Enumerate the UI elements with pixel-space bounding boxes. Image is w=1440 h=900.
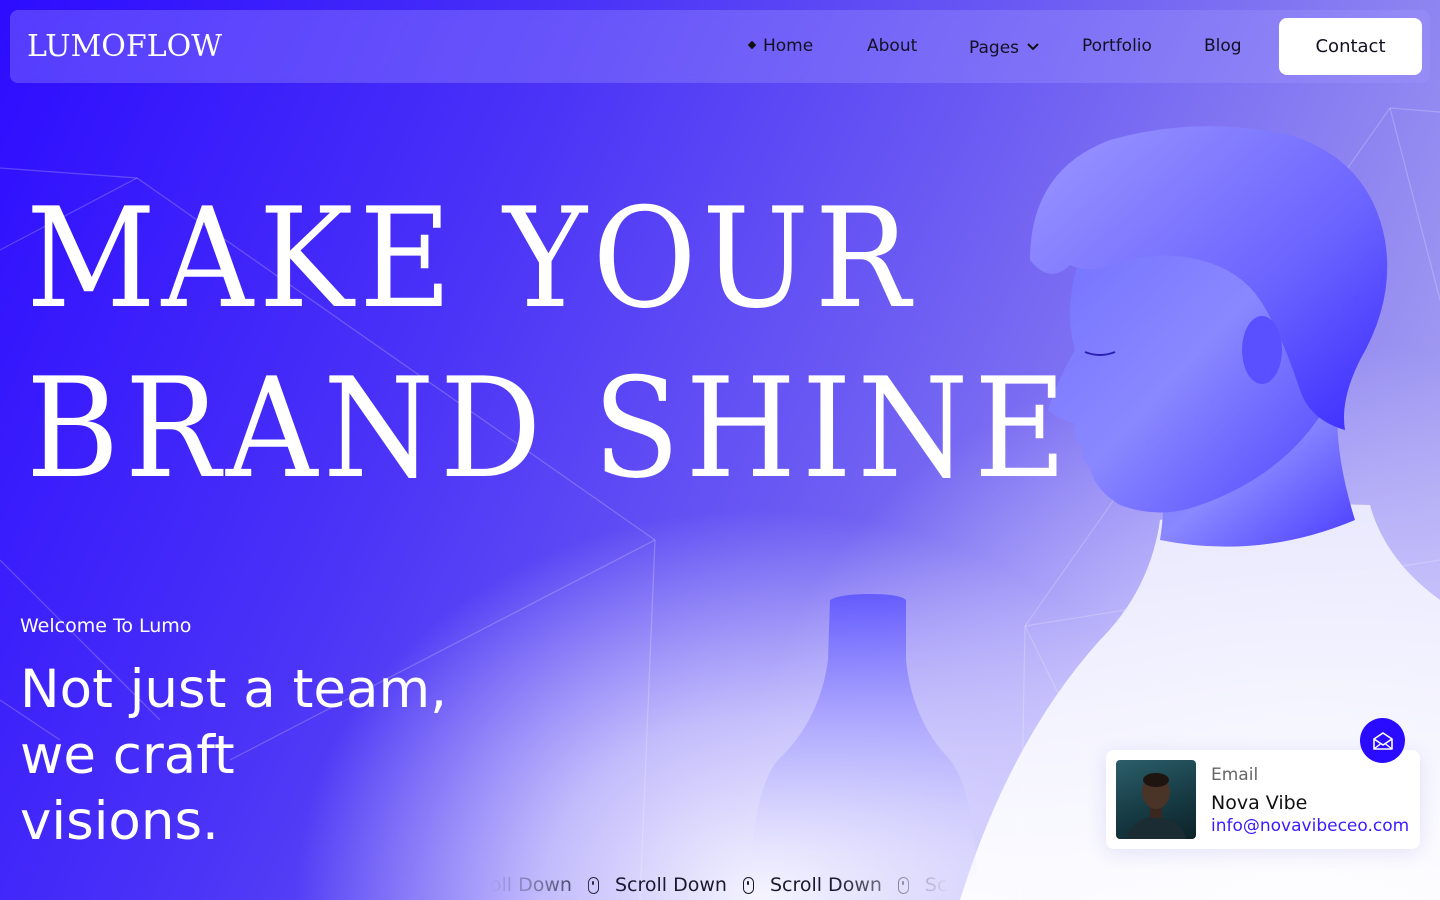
- email-fab-button[interactable]: [1360, 718, 1405, 763]
- nav-item-pages[interactable]: Pages: [969, 36, 1039, 58]
- email-link[interactable]: info@novavibeceo.com: [1211, 816, 1409, 836]
- nav-item-home[interactable]: Home: [747, 36, 814, 56]
- navbar: LUMOFLOW Home About Pages Portfolio Blog…: [10, 10, 1430, 83]
- hero-tagline: Not just a team, we craft visions.: [20, 657, 500, 855]
- nav-item-label: Pages: [969, 38, 1020, 58]
- tagline-line: we craft: [20, 725, 235, 786]
- brand-logo[interactable]: LUMOFLOW: [27, 29, 222, 64]
- contact-name: Nova Vibe: [1211, 792, 1308, 814]
- scroll-down-item: Scroll Down: [770, 874, 909, 896]
- nav-item-portfolio[interactable]: Portfolio: [1082, 36, 1152, 56]
- nav-item-label: Home: [763, 36, 814, 56]
- nav-item-about[interactable]: About: [867, 36, 917, 56]
- hero-headline-line2: BRAND SHINE: [26, 348, 1073, 509]
- email-label: Email: [1211, 765, 1259, 785]
- email-contact-card: Email Nova Vibe info@novavibeceo.com: [1106, 750, 1420, 849]
- scroll-down-item: Scroll Down: [615, 874, 754, 896]
- welcome-text: Welcome To Lumo: [20, 615, 192, 637]
- nav-item-label: About: [867, 36, 918, 56]
- mouse-icon: [587, 876, 599, 894]
- scroll-down-label: Scroll Down: [490, 874, 572, 896]
- scroll-down-label: Scroll Down: [769, 874, 882, 896]
- tagline-line: Not just a team,: [20, 659, 447, 720]
- chevron-down-icon: [1027, 36, 1039, 56]
- nav-item-label: Portfolio: [1082, 36, 1152, 56]
- scroll-down-label: Scroll Down: [614, 874, 727, 896]
- contact-button[interactable]: Contact: [1279, 18, 1422, 75]
- nav-item-blog[interactable]: Blog: [1204, 36, 1242, 56]
- envelope-open-icon: [1372, 731, 1393, 750]
- scroll-down-item: Scroll Down: [925, 874, 950, 896]
- hero-headline-line1: MAKE YOUR: [26, 178, 916, 339]
- scroll-down-item: Scroll Down: [490, 874, 599, 896]
- nav-item-label: Blog: [1204, 36, 1242, 56]
- scroll-marquee-inner: Scroll Down Scroll Down Scroll Down Scro…: [490, 874, 950, 896]
- avatar-portrait: [1126, 773, 1186, 839]
- scroll-down-marquee[interactable]: Scroll Down Scroll Down Scroll Down Scro…: [490, 874, 950, 900]
- tagline-line: visions.: [20, 791, 219, 852]
- scroll-down-label: Scroll Down: [924, 874, 950, 896]
- diamond-icon: [747, 40, 757, 50]
- mouse-icon: [742, 876, 754, 894]
- mouse-icon: [897, 876, 909, 894]
- avatar: [1116, 760, 1196, 839]
